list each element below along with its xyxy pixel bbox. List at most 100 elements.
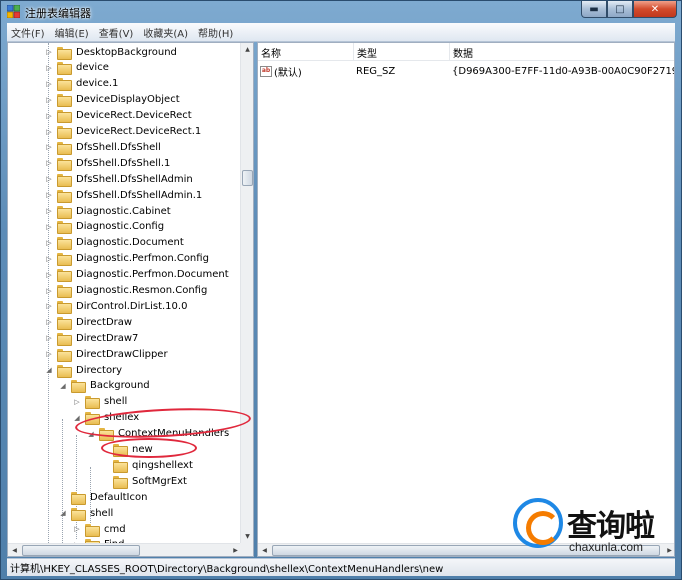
tree-node[interactable]: ▷ DirectDraw7 [44, 330, 140, 346]
tree-node-label[interactable]: SoftMgrExt [130, 476, 189, 487]
menu-file[interactable]: 文件(F) [11, 25, 45, 40]
expand-arrow-icon[interactable]: ▷ [44, 111, 54, 121]
expand-arrow-icon[interactable]: ▷ [44, 95, 54, 105]
tree-node-label[interactable]: Diagnostic.Config [74, 221, 166, 232]
tree-node[interactable]: ▷ Diagnostic.Perfmon.Config [44, 251, 211, 267]
menu-view[interactable]: 查看(V) [99, 25, 134, 40]
tree-node-label[interactable]: DirectDraw7 [74, 333, 140, 344]
tree-node[interactable]: ▷ Diagnostic.Perfmon.Document [44, 267, 231, 283]
tree-node[interactable]: ▷ cmd [72, 521, 128, 537]
tree-node-label[interactable]: Background [88, 380, 152, 391]
expand-arrow-icon[interactable]: ▷ [44, 63, 54, 73]
collapse-arrow-icon[interactable]: ◢ [44, 365, 54, 375]
expand-arrow-icon[interactable]: ▷ [44, 270, 54, 280]
expand-arrow-icon[interactable]: ▷ [44, 127, 54, 137]
expand-arrow-icon[interactable]: ▷ [72, 397, 82, 407]
tree-node-label[interactable]: DfsShell.DfsShellAdmin.1 [74, 190, 204, 201]
tree-node[interactable]: ▷ DirectDrawClipper [44, 346, 170, 362]
tree-node[interactable]: ▷ Diagnostic.Config [44, 219, 166, 235]
tree-node-label[interactable]: DeviceDisplayObject [74, 94, 182, 105]
scroll-down-arrow-icon[interactable]: ▼ [241, 530, 253, 543]
column-header-name[interactable]: 名称 [258, 43, 354, 61]
tree-node-label[interactable]: cmd [102, 524, 128, 535]
value-row[interactable]: ab (默认) REG_SZ {D969A300-E7FF-11d0-A93B-… [258, 63, 674, 79]
column-header-data[interactable]: 数据 [450, 43, 674, 61]
tree-node[interactable]: ▷ DeviceRect.DeviceRect [44, 108, 194, 124]
tree-node-label[interactable]: device [74, 62, 111, 73]
tree-node[interactable]: ▷ DfsShell.DfsShellAdmin [44, 171, 195, 187]
tree-node-label[interactable]: DeviceRect.DeviceRect.1 [74, 126, 203, 137]
tree-node-label[interactable]: DfsShell.DfsShell.1 [74, 158, 172, 169]
tree-node[interactable]: ◢ Background [58, 378, 152, 394]
tree-node[interactable]: ▷ DfsShell.DfsShell [44, 139, 163, 155]
minimize-button[interactable]: ▬ [581, 1, 607, 18]
collapse-arrow-icon[interactable]: ◢ [58, 381, 68, 391]
expand-arrow-icon[interactable]: ▷ [44, 142, 54, 152]
tree-node[interactable]: ◢ Directory [44, 362, 124, 378]
tree-node[interactable]: ▷ device [44, 60, 111, 76]
tree-node-label[interactable]: DfsShell.DfsShellAdmin [74, 174, 195, 185]
tree-node-label[interactable]: Diagnostic.Resmon.Config [74, 285, 209, 296]
expand-arrow-icon[interactable]: ▷ [44, 238, 54, 248]
tree-node[interactable]: ▷ DirectDraw [44, 314, 134, 330]
tree-node-label[interactable]: DesktopBackground [74, 47, 179, 58]
tree-node-label[interactable]: shell [102, 396, 129, 407]
tree-node-label[interactable]: DirControl.DirList.10.0 [74, 301, 189, 312]
expand-arrow-icon[interactable]: ▷ [44, 206, 54, 216]
scroll-up-arrow-icon[interactable]: ▲ [241, 43, 253, 56]
expand-arrow-icon[interactable]: ▷ [44, 47, 54, 57]
column-header-type[interactable]: 类型 [354, 43, 450, 61]
expand-arrow-icon[interactable]: ▷ [44, 158, 54, 168]
menu-favorites[interactable]: 收藏夹(A) [143, 25, 188, 40]
expand-arrow-icon[interactable]: ▷ [44, 301, 54, 311]
tree-horizontal-scrollbar[interactable]: ◀ ▶ [8, 543, 242, 556]
tree-node[interactable]: DefaultIcon [58, 489, 149, 505]
menu-help[interactable]: 帮助(H) [198, 25, 233, 40]
tree-node-label[interactable]: Directory [74, 365, 124, 376]
tree-node-label[interactable]: device.1 [74, 78, 120, 89]
tree-node-label[interactable]: qingshellext [130, 460, 195, 471]
scroll-left-arrow-icon[interactable]: ◀ [258, 544, 271, 556]
tree-node-label[interactable]: Diagnostic.Perfmon.Document [74, 269, 231, 280]
expand-arrow-icon[interactable]: ▷ [44, 333, 54, 343]
scroll-left-arrow-icon[interactable]: ◀ [8, 544, 21, 556]
tree-node-label[interactable]: Diagnostic.Cabinet [74, 206, 173, 217]
expand-arrow-icon[interactable]: ▷ [44, 317, 54, 327]
collapse-arrow-icon[interactable]: ◢ [58, 508, 68, 518]
close-button[interactable]: ✕ [633, 1, 677, 18]
tree-node[interactable]: ▷ Diagnostic.Cabinet [44, 203, 173, 219]
tree-node[interactable]: ◢ shell [58, 505, 115, 521]
tree-node[interactable]: ▷ DfsShell.DfsShellAdmin.1 [44, 187, 204, 203]
tree-node[interactable]: ▷ DirControl.DirList.10.0 [44, 298, 189, 314]
tree-node-label[interactable]: DirectDrawClipper [74, 349, 170, 360]
expand-arrow-icon[interactable]: ▷ [44, 79, 54, 89]
tree-node-label[interactable]: shell [88, 508, 115, 519]
expand-arrow-icon[interactable]: ▷ [44, 222, 54, 232]
tree-node[interactable]: ▷ DeviceRect.DeviceRect.1 [44, 124, 203, 140]
expand-arrow-icon[interactable]: ▷ [44, 190, 54, 200]
tree-node[interactable]: ▷ device.1 [44, 76, 120, 92]
menu-edit[interactable]: 编辑(E) [55, 25, 89, 40]
tree-node[interactable]: ▷ DesktopBackground [44, 44, 179, 60]
tree-node-label[interactable]: Diagnostic.Perfmon.Config [74, 253, 211, 264]
tree-node-label[interactable]: Diagnostic.Document [74, 237, 186, 248]
maximize-button[interactable]: □ [607, 1, 633, 18]
tree-node[interactable]: ▷ Diagnostic.Resmon.Config [44, 283, 209, 299]
expand-arrow-icon[interactable]: ▷ [44, 174, 54, 184]
tree-node-label[interactable]: DefaultIcon [88, 492, 149, 503]
expand-arrow-icon[interactable]: ▷ [44, 254, 54, 264]
tree-vertical-scrollbar[interactable]: ▲ ▼ [240, 43, 253, 543]
tree-node[interactable]: ▷ DfsShell.DfsShell.1 [44, 155, 172, 171]
tree-node[interactable]: SoftMgrExt [100, 473, 189, 489]
title-bar[interactable]: 注册表编辑器 ▬ □ ✕ [1, 1, 681, 23]
tree-node-label[interactable]: DfsShell.DfsShell [74, 142, 163, 153]
tree-hscroll-thumb[interactable] [22, 545, 140, 556]
tree-scroll-thumb[interactable] [242, 170, 253, 186]
expand-arrow-icon[interactable]: ▷ [72, 524, 82, 534]
tree-node[interactable]: ▷ Diagnostic.Document [44, 235, 186, 251]
tree-node[interactable]: ▷ DeviceDisplayObject [44, 92, 182, 108]
tree-node[interactable]: ▷ shell [72, 394, 129, 410]
tree-node[interactable]: qingshellext [100, 457, 195, 473]
expand-arrow-icon[interactable]: ▷ [44, 349, 54, 359]
expand-arrow-icon[interactable]: ▷ [44, 286, 54, 296]
